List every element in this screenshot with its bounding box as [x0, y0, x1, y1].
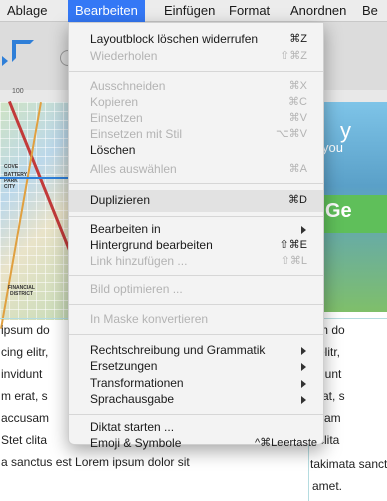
photo-text: you — [322, 140, 343, 155]
menu-bar: Ablage Bearbeiten Einfügen Format Anordn… — [0, 0, 387, 22]
arrow-icon — [2, 56, 8, 66]
shortcut-select-all: ⌘A — [288, 163, 307, 175]
menu-format[interactable]: Format — [229, 3, 270, 18]
menu-item-paste: Einsetzen — [90, 111, 143, 125]
body-text-line[interactable]: accusam — [1, 408, 49, 429]
shortcut-copy: ⌘C — [288, 96, 307, 108]
menu-item-delete[interactable]: Löschen — [90, 143, 135, 157]
body-text-line[interactable]: invidunt — [1, 364, 42, 385]
menu-item-speech[interactable]: Sprachausgabe — [90, 392, 174, 406]
menu-item-undo[interactable]: Layoutblock löschen widerrufen — [90, 32, 258, 46]
menu-item-paste-style: Einsetzen mit Stil — [90, 127, 183, 141]
body-text-line[interactable]: cing elitr, — [1, 342, 48, 363]
menu-item-redo: Wiederholen — [90, 49, 158, 63]
menu-item-enhance-image: Bild optimieren ... — [90, 282, 183, 296]
map-label: CITY — [4, 184, 16, 190]
body-text-line[interactable]: takimata sanctu — [310, 454, 387, 475]
submenu-arrow-icon — [301, 396, 306, 404]
shape-tool-icon[interactable] — [12, 40, 34, 62]
shortcut-paste: ⌘V — [288, 112, 307, 124]
photo-banner-text: Ge — [325, 200, 352, 222]
menu-item-substitutions[interactable]: Ersetzungen — [90, 359, 157, 373]
menu-anordnen[interactable]: Anordnen — [290, 3, 346, 18]
shortcut-cut: ⌘X — [288, 80, 307, 92]
menu-item-add-link: Link hinzufügen ... — [90, 254, 188, 268]
shortcut-redo: ⇧⌘Z — [280, 50, 307, 62]
menu-item-edit-in[interactable]: Bearbeiten in — [90, 222, 161, 236]
menu-item-duplicate[interactable]: Duplizieren — [90, 193, 150, 207]
shortcut-duplicate: ⌘D — [288, 194, 307, 206]
shortcut-add-link: ⇧⌘L — [280, 255, 307, 267]
menu-item-dictation[interactable]: Diktat starten ... — [90, 420, 174, 434]
shortcut-paste-style: ⌥⌘V — [275, 128, 307, 140]
selection-marker — [0, 177, 70, 179]
shortcut-edit-background: ⇧⌘E — [279, 239, 307, 251]
menu-item-convert-to-mask: In Maske konvertieren — [90, 312, 209, 326]
menu-separator — [69, 334, 323, 335]
menu-separator — [69, 414, 323, 415]
edit-menu: Layoutblock löschen widerrufen ⌘Z Wieder… — [68, 22, 324, 450]
menu-item-emoji[interactable]: Emoji & Symbole — [90, 436, 181, 450]
submenu-arrow-icon — [301, 363, 306, 371]
body-text-line[interactable]: Stet clita — [1, 430, 47, 451]
menu-einfuegen[interactable]: Einfügen — [164, 3, 215, 18]
body-text-line[interactable]: a sanctus est Lorem ipsum dolor sit — [1, 452, 190, 473]
menu-separator — [69, 71, 323, 72]
menu-separator — [69, 216, 323, 217]
shortcut-emoji: ^⌘Leertaste — [254, 437, 317, 449]
menu-item-edit-background[interactable]: Hintergrund bearbeiten — [90, 238, 213, 252]
menu-item-transformations[interactable]: Transformationen — [90, 376, 184, 390]
shortcut-undo: ⌘Z — [289, 33, 307, 45]
map-image[interactable]: COVE BATTERY PARK CITY FINANCIAL DISTRIC… — [0, 100, 97, 329]
submenu-arrow-icon — [301, 380, 306, 388]
body-text-line[interactable]: amet. — [312, 476, 342, 497]
menu-ablage[interactable]: Ablage — [7, 3, 47, 18]
menu-bearbeiten[interactable]: Bearbeiten — [68, 0, 145, 22]
menu-item-cut: Ausschneiden — [90, 79, 166, 93]
menu-separator — [69, 183, 323, 184]
submenu-arrow-icon — [301, 226, 306, 234]
menu-bewegen[interactable]: Be — [362, 3, 378, 18]
body-text-line[interactable]: m erat, s — [1, 386, 48, 407]
menu-item-copy: Kopieren — [90, 95, 139, 109]
map-label: DISTRICT — [10, 291, 34, 297]
menu-separator — [69, 304, 323, 305]
map-label: COVE — [4, 164, 19, 170]
submenu-arrow-icon — [301, 347, 306, 355]
menu-separator — [69, 275, 323, 276]
menu-item-select-all: Alles auswählen — [90, 162, 177, 176]
ruler-number: 100 — [12, 88, 24, 95]
body-text-line[interactable]: ipsum do — [1, 320, 50, 341]
menu-item-spelling[interactable]: Rechtschreibung und Grammatik — [90, 343, 265, 357]
column-border — [0, 318, 70, 319]
